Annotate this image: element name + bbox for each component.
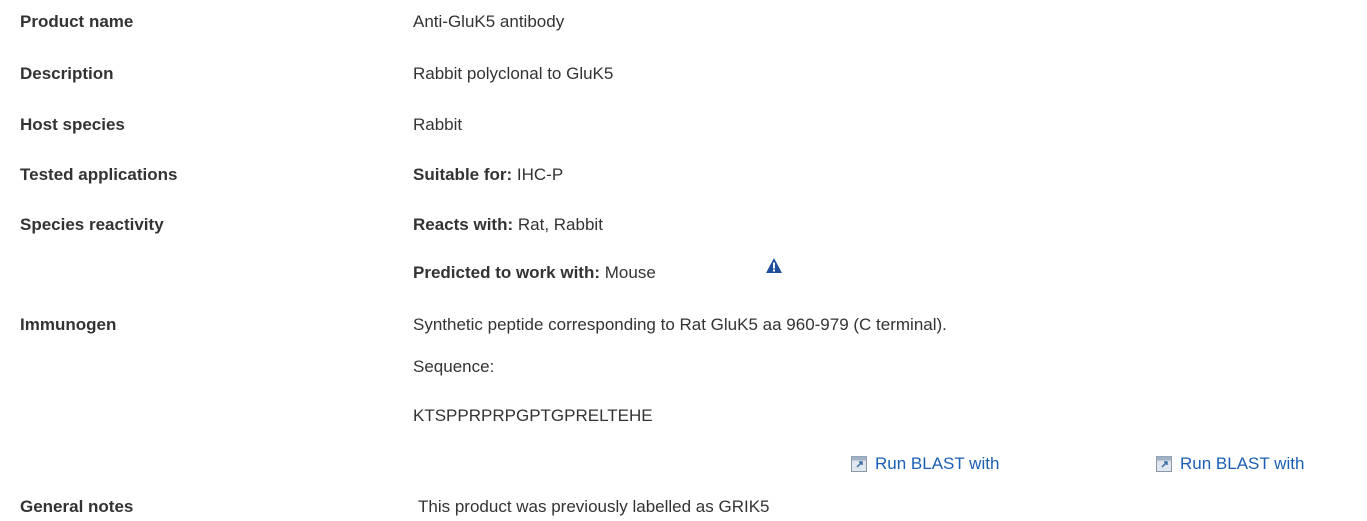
host-species-label: Host species [20, 115, 125, 134]
reacts-with-prefix: Reacts with: [413, 215, 514, 234]
general-notes-value: This product was previously labelled as … [418, 497, 770, 516]
external-window-icon [851, 456, 867, 472]
run-blast-link[interactable]: Run BLAST with [851, 454, 999, 474]
description-label: Description [20, 64, 114, 83]
tested-applications-value: Suitable for: IHC-P [413, 165, 563, 185]
predicted-prefix: Predicted to work with: [413, 263, 601, 282]
run-blast-link-2[interactable]: Run BLAST with [1156, 454, 1304, 474]
host-species-value: Rabbit [413, 115, 463, 134]
predicted-value: Mouse [604, 263, 656, 282]
immunogen-value: Synthetic peptide corresponding to Rat G… [413, 315, 947, 334]
run-blast-label-2: Run BLAST with [1180, 454, 1305, 473]
sequence-value: KTSPPRPRPGPTGPRELTEHE [413, 406, 653, 425]
sequence-label: Sequence: [413, 357, 495, 376]
product-name-value: Anti-GluK5 antibody [413, 12, 565, 31]
immunogen-label: Immunogen [20, 315, 117, 334]
general-notes-label: General notes [20, 497, 134, 516]
reacts-with: Reacts with: Rat, Rabbit [413, 215, 603, 235]
suitable-for-value: IHC-P [516, 165, 564, 184]
species-reactivity-label: Species reactivity [20, 215, 164, 234]
external-window-icon [1156, 456, 1172, 472]
run-blast-label: Run BLAST with [875, 454, 1000, 473]
reacts-with-value: Rat, Rabbit [517, 215, 603, 234]
warning-triangle-icon[interactable] [765, 257, 783, 275]
product-name-label: Product name [20, 12, 134, 31]
tested-applications-label: Tested applications [20, 165, 178, 184]
predicted-to-work-with: Predicted to work with: Mouse [413, 263, 656, 283]
suitable-for-prefix: Suitable for: [413, 165, 513, 184]
description-value: Rabbit polyclonal to GluK5 [413, 64, 614, 83]
